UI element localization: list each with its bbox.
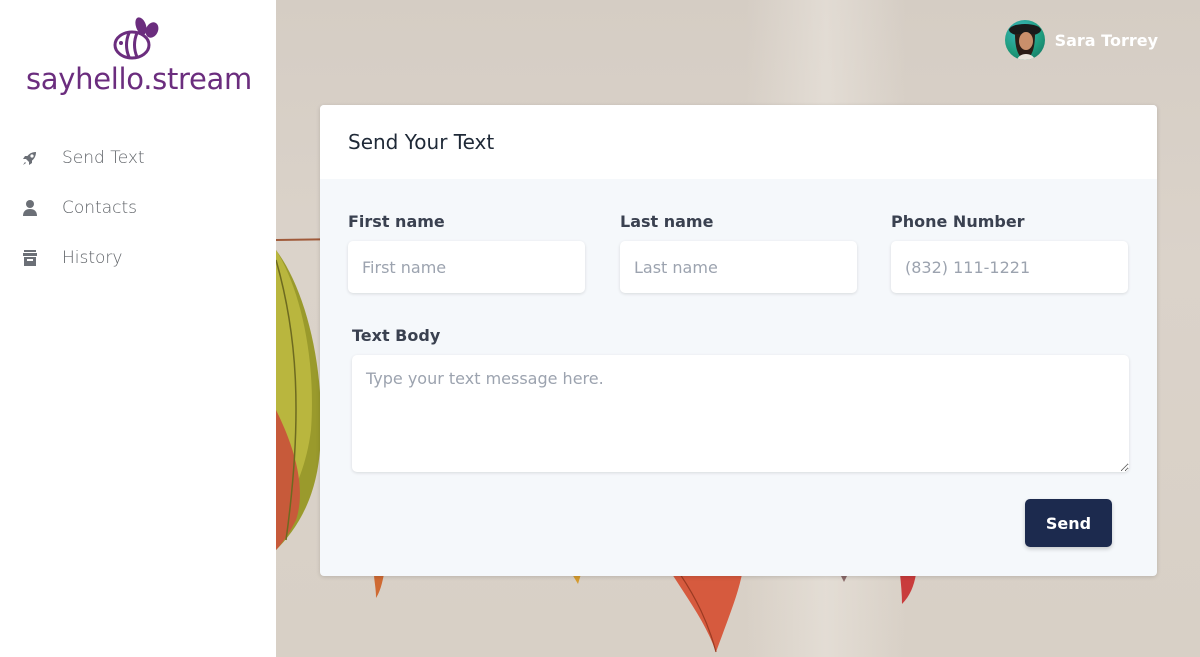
bee-icon xyxy=(113,17,159,60)
page-title: Send Your Text xyxy=(348,130,495,154)
user-name: Sara Torrey xyxy=(1054,30,1158,50)
sidebar-nav: Send Text Contacts History xyxy=(0,133,276,283)
leaf-decoration xyxy=(900,574,916,604)
sidebar-item-label: Contacts xyxy=(62,198,137,218)
leaf-decoration xyxy=(276,250,322,550)
user-menu[interactable]: Sara Torrey xyxy=(1004,20,1158,60)
brand-name: sayhello.stream xyxy=(26,62,252,96)
user-icon xyxy=(20,198,40,218)
last-name-label: Last name xyxy=(620,212,714,231)
leaf-decoration xyxy=(672,574,742,653)
sidebar-item-label: Send Text xyxy=(62,148,145,168)
leaf-decoration xyxy=(374,574,384,598)
text-body-field[interactable] xyxy=(352,355,1129,472)
phone-number-field[interactable] xyxy=(891,241,1128,293)
sidebar-item-send-text[interactable]: Send Text xyxy=(0,133,276,183)
card-header: Send Your Text xyxy=(320,105,1157,179)
send-button[interactable]: Send xyxy=(1025,499,1112,547)
avatar xyxy=(1004,20,1045,60)
last-name-field[interactable] xyxy=(620,241,857,293)
phone-number-label: Phone Number xyxy=(891,212,1025,231)
leaf-decoration xyxy=(572,574,581,584)
brand-logo[interactable]: sayhello.stream xyxy=(26,16,256,96)
sidebar-item-label: History xyxy=(62,248,123,268)
sidebar-item-contacts[interactable]: Contacts xyxy=(0,183,276,233)
main-content: Sara Torrey Send Your Text First name La… xyxy=(276,0,1200,657)
send-text-card: Send Your Text First name Last name Phon… xyxy=(320,105,1157,576)
sidebar-item-history[interactable]: History xyxy=(0,233,276,283)
first-name-field[interactable] xyxy=(348,241,585,293)
sidebar: sayhello.stream Send Text Contacts Histo… xyxy=(0,0,276,657)
rocket-icon xyxy=(20,148,40,168)
archive-icon xyxy=(20,248,40,268)
first-name-label: First name xyxy=(348,212,445,231)
text-body-label: Text Body xyxy=(352,326,441,345)
